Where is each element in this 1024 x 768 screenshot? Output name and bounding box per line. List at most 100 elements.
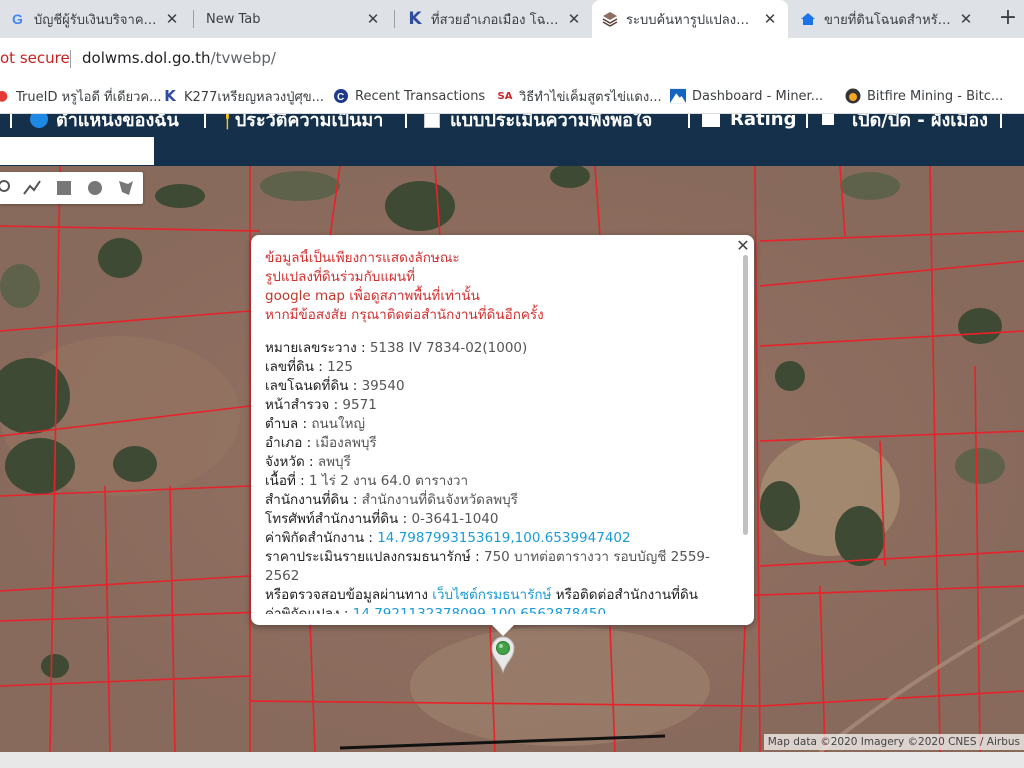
bookmark-label: Dashboard - Miner... (692, 88, 824, 104)
popup-pointer (491, 624, 515, 636)
bookmark-k277[interactable]: K K277เหรียญหลวงปู่ศุข... (162, 86, 324, 106)
map-marker-icon[interactable] (491, 636, 515, 674)
k-icon: K (408, 9, 422, 29)
bookmark-trueid[interactable]: ● TrueID หรูไอดี ที่เดียวค... (0, 86, 162, 106)
popup-scrollbar[interactable] (743, 255, 748, 535)
nav-divider (405, 114, 407, 128)
detail-label: อำเภอ (265, 435, 303, 451)
office-coordinate-link[interactable]: 14.7987993153619,100.6539947402 (377, 530, 630, 546)
browser-tab-strip: G บัญชีผู้รับเงินบริจาค คณ ✕ New Tab ✕ K… (0, 0, 1024, 38)
tab-new-tab[interactable]: New Tab ✕ (196, 0, 391, 38)
bookmark-bitfire-mining[interactable]: Bitfire Mining - Bitc... (845, 86, 1003, 106)
new-tab-button[interactable]: + (996, 6, 1020, 30)
bookmark-recent-transactions[interactable]: C Recent Transactions (333, 86, 485, 106)
treasury-website-link[interactable]: เว็บไซต์กรมธนารักษ์ (432, 587, 551, 603)
close-icon[interactable]: ✕ (733, 236, 753, 256)
detail-row: จังหวัด : ลพบุรี (265, 454, 351, 470)
chart-icon (702, 114, 720, 127)
polygon-tool-icon[interactable] (114, 176, 138, 200)
detail-value: 9571 (342, 397, 377, 413)
bookmarks-bar: ● TrueID หรูไอดี ที่เดียวค... K K277เหรี… (0, 78, 1024, 114)
nav-divider (1000, 114, 1002, 128)
tab-land-muang[interactable]: K ที่สวยอำเภอเมือง โฉนด ✕ (397, 0, 592, 38)
svg-text:G: G (12, 11, 23, 27)
globe-icon (30, 114, 48, 128)
close-icon[interactable]: ✕ (365, 10, 381, 28)
close-icon[interactable]: ✕ (566, 10, 582, 28)
horizontal-scrollbar[interactable] (0, 752, 1024, 768)
circle-tool-icon[interactable] (83, 176, 107, 200)
detail-row: หน้าสำรวจ : 9571 (265, 397, 377, 413)
disclaimer-text: เพื่อดูสภาพพื้นที่เท่านั้น (345, 288, 480, 304)
detail-row: เนื้อที่ : 1 ไร่ 2 งาน 64.0 ตารางวา (265, 473, 469, 489)
tab-divider (394, 10, 395, 28)
svg-text:C: C (337, 92, 344, 103)
bookmark-egg-recipe[interactable]: SA วิธีทำไข่เค็มสูตรไข่แดง... (497, 86, 662, 106)
address-bar[interactable]: ot secure dolwms.dol.go.th/tvwebp/ (0, 38, 1024, 78)
tab-divider (193, 10, 194, 28)
tab-label: ระบบค้นหารูปแปลงที่ดิน (626, 12, 756, 28)
nav-divider (204, 114, 206, 128)
detail-label: เลขที่ดิน (265, 359, 315, 375)
detail-label: ค่าพิกัดแปลง (265, 606, 340, 614)
parcel-coordinate-link[interactable]: 14.7921132378099,100.6562878450 (353, 606, 606, 614)
detail-row: หมายเลขระวาง : 5138 IV 7834-02(1000) (265, 340, 528, 356)
bookmark-label: Bitfire Mining - Bitc... (867, 88, 1004, 104)
nav-divider (10, 114, 12, 128)
tab-label: ขายที่ดินโฉนดสำหรับปลู (824, 12, 952, 28)
tab-donation[interactable]: G บัญชีผู้รับเงินบริจาค คณ ✕ (0, 0, 190, 38)
close-icon[interactable]: ✕ (762, 10, 778, 28)
search-input[interactable] (0, 137, 154, 165)
detail-text: หรือตรวจสอบข้อมูลผ่านทาง (265, 587, 433, 603)
bookmark-dashboard-miner[interactable]: Dashboard - Miner... (670, 86, 823, 106)
bookmark-label: วิธีทำไข่เค็มสูตรไข่แดง... (519, 89, 662, 105)
close-icon[interactable]: ✕ (958, 10, 974, 28)
nav-label: แบบประเมินความพึงพอใจ (450, 114, 653, 131)
detail-label: เลขโฉนดที่ดิน (265, 378, 349, 394)
nav-divider (688, 114, 690, 128)
tab-sell-land[interactable]: ขายที่ดินโฉนดสำหรับปลู ✕ (790, 0, 984, 38)
nav-survey[interactable]: แบบประเมินความพึงพอใจ (424, 114, 652, 131)
rectangle-tool-icon[interactable] (52, 176, 76, 200)
disclaimer-line: ข้อมูลนี้เป็นเพียงการแสดงลักษณะ (265, 250, 460, 266)
detail-label: หน้าสำรวจ (265, 397, 330, 413)
close-icon[interactable]: ✕ (164, 10, 180, 28)
key-icon: ╿ (222, 114, 233, 130)
nav-toggle-zoning[interactable]: เปิด/ปิด - ผังเมือง (822, 114, 988, 131)
nav-rating[interactable]: Rating (702, 114, 796, 130)
detail-value: 1 ไร่ 2 งาน 64.0 ตารางวา (309, 473, 469, 489)
nav-my-location[interactable]: ตำแหน่งของฉัน (30, 114, 179, 131)
map-attribution[interactable]: Map data ©2020 Imagery ©2020 CNES / Airb… (763, 734, 1024, 750)
detail-value: ลพบุรี (317, 454, 351, 470)
url-text[interactable]: dolwms.dol.go.th/tvwebp/ (82, 49, 276, 67)
disclaimer-line: หากมีข้อสงสัย กรุณาติดต่อสำนักงานที่ดินอ… (265, 307, 544, 323)
clipboard-icon (424, 114, 440, 128)
detail-value: สำนักงานที่ดินจังหวัดลพบุรี (361, 492, 518, 508)
tab-label: ที่สวยอำเภอเมือง โฉนด (431, 12, 560, 28)
bookmark-label: TrueID หรูไอดี ที่เดียวค... (16, 89, 162, 105)
detail-row: ค่าพิกัดแปลง : 14.7921132378099,100.6562… (265, 605, 735, 614)
sa-icon: SA (497, 90, 513, 102)
drawing-toolbar (0, 172, 143, 204)
detail-label: หมายเลขระวาง (265, 340, 357, 356)
nav-history[interactable]: ╿ ประวัติความเป็นมา (222, 114, 383, 131)
tab-parcel-search[interactable]: ระบบค้นหารูปแปลงที่ดิน ✕ (592, 0, 788, 38)
polyline-tool-icon[interactable] (20, 176, 44, 200)
detail-value: 125 (327, 359, 353, 375)
address-divider (70, 50, 71, 68)
mountain-icon (670, 88, 686, 104)
detail-row: เลขที่ดิน : 125 (265, 359, 353, 375)
marker-tool-icon[interactable] (0, 176, 16, 200)
detail-label: โทรศัพท์สำนักงานที่ดิน (265, 511, 399, 527)
nav-divider (806, 114, 808, 128)
detail-row: หรือตรวจสอบข้อมูลผ่านทาง เว็บไซต์กรมธนาร… (265, 586, 735, 605)
google-icon: G (10, 11, 26, 27)
parcel-details: หมายเลขระวาง : 5138 IV 7834-02(1000) เลข… (265, 339, 735, 614)
not-secure-label[interactable]: ot secure (0, 49, 70, 67)
nav-label: ประวัติความเป็นมา (234, 114, 384, 131)
detail-value: 0-3641-1040 (411, 511, 499, 527)
nav-label: เปิด/ปิด - ผังเมือง (852, 114, 988, 131)
detail-text: หรือติดต่อสำนักงานที่ดิน (551, 587, 698, 603)
checkbox-icon[interactable] (822, 114, 834, 125)
detail-row: สำนักงานที่ดิน : สำนักงานที่ดินจังหวัดลพ… (265, 492, 518, 508)
